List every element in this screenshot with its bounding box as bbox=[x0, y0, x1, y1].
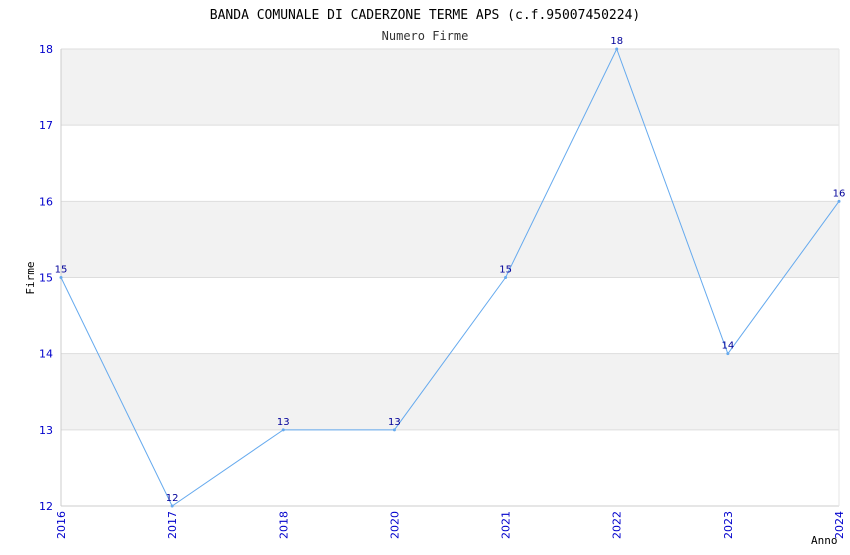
y-axis-title: Firme bbox=[24, 261, 37, 294]
data-label: 12 bbox=[166, 493, 179, 504]
grid-band bbox=[61, 125, 839, 202]
x-tick-label: 2022 bbox=[611, 511, 624, 539]
line-chart: BANDA COMUNALE DI CADERZONE TERME APS (c… bbox=[24, 8, 846, 547]
data-label: 14 bbox=[721, 341, 734, 352]
y-tick-label: 18 bbox=[39, 43, 53, 56]
chart-title: BANDA COMUNALE DI CADERZONE TERME APS (c… bbox=[210, 8, 640, 23]
grid-band bbox=[61, 49, 839, 126]
y-tick-label: 12 bbox=[39, 500, 53, 513]
data-label: 13 bbox=[277, 417, 290, 428]
data-point bbox=[170, 504, 174, 508]
data-label: 18 bbox=[610, 36, 623, 47]
x-tick-label: 2020 bbox=[388, 511, 401, 539]
y-tick-label: 14 bbox=[39, 348, 53, 361]
data-point bbox=[504, 276, 508, 279]
grid-band bbox=[61, 201, 839, 278]
data-point bbox=[59, 276, 63, 279]
data-point bbox=[392, 428, 396, 432]
data-point bbox=[726, 352, 730, 356]
x-tick-label: 2023 bbox=[722, 511, 735, 539]
data-label: 13 bbox=[388, 417, 401, 428]
x-tick-label: 2017 bbox=[166, 511, 179, 539]
y-tick-label: 16 bbox=[39, 195, 53, 208]
y-axis-ticks: 12 13 14 15 16 17 18 bbox=[39, 43, 53, 513]
y-tick-label: 17 bbox=[39, 119, 53, 132]
data-point bbox=[281, 428, 285, 432]
x-axis-title: Anno bbox=[811, 534, 838, 547]
y-tick-label: 13 bbox=[39, 424, 53, 437]
x-axis-ticks: 2016 2017 2018 2020 2021 2022 2023 2024 bbox=[55, 511, 846, 539]
grid-band bbox=[61, 353, 839, 430]
x-tick-label: 2021 bbox=[500, 511, 513, 539]
data-point bbox=[615, 47, 619, 51]
x-tick-label: 2016 bbox=[55, 511, 68, 539]
x-tick-label: 2018 bbox=[277, 511, 290, 539]
chart-subtitle: Numero Firme bbox=[382, 29, 469, 43]
data-label: 15 bbox=[499, 265, 512, 276]
data-label: 16 bbox=[833, 188, 846, 199]
chart: BANDA COMUNALE DI CADERZONE TERME APS (c… bbox=[0, 0, 850, 550]
data-label: 15 bbox=[55, 265, 68, 276]
y-tick-label: 15 bbox=[39, 272, 53, 285]
data-point bbox=[837, 199, 841, 203]
